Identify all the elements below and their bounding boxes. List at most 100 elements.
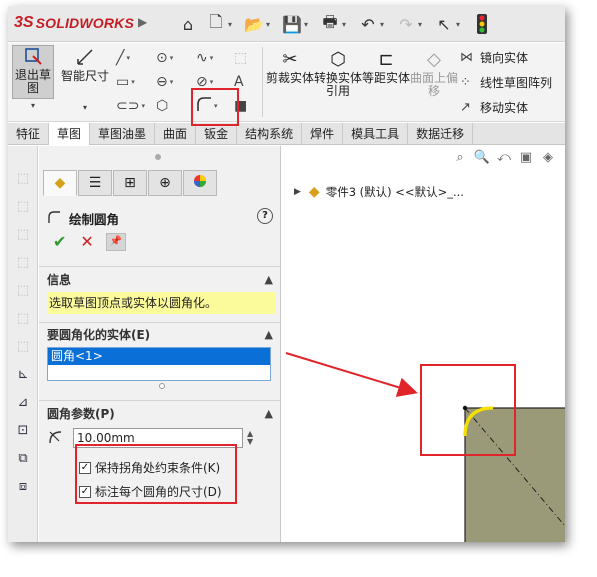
slot-straight-tool[interactable]: ⊂⊃ ▾ xyxy=(116,95,145,117)
confirm-row: ✔ ✕ 📌 xyxy=(53,232,126,251)
trim-entities-button[interactable]: ✂ 剪裁实体 xyxy=(266,49,314,85)
line-icon: ╱ xyxy=(116,50,125,66)
tab-sketch-ink[interactable]: 草图油墨 xyxy=(90,123,156,145)
linear-pattern-label: 线性草图阵列 xyxy=(480,76,553,90)
params-section-header[interactable]: 圆角参数(P) ▲ xyxy=(47,404,275,424)
chevron-up-icon[interactable]: ▲ xyxy=(265,270,273,290)
line-tool[interactable]: ╱ ▾ xyxy=(116,47,144,69)
print-icon[interactable]: 🖶 xyxy=(318,12,342,36)
entities-section-label: 要圆角化的实体(E) xyxy=(47,328,151,342)
save-dropdown-icon[interactable]: ▾ xyxy=(304,12,314,36)
view-front-icon[interactable]: ⬚ xyxy=(14,198,32,216)
divider xyxy=(39,266,281,267)
list-resize-handle[interactable] xyxy=(159,383,165,389)
dimxpert-tab[interactable]: ⊕ xyxy=(148,170,182,196)
menu-expand-arrow-icon[interactable]: ▶ xyxy=(138,15,147,29)
exit-sketch-button[interactable]: 退出草图 xyxy=(12,45,54,99)
paste-icon[interactable]: ⧈ xyxy=(14,478,32,496)
surface-offset-label: 曲面上偏移 xyxy=(410,71,459,98)
slot-icon: ⊖ xyxy=(156,74,168,90)
tab-weldments[interactable]: 焊件 xyxy=(302,123,344,145)
part-icon: ◆ xyxy=(54,175,66,191)
rectangle-icon: ▭ xyxy=(116,74,130,90)
configuration-manager-tab[interactable]: ⊞ xyxy=(113,170,147,196)
redo-dropdown-icon[interactable]: ▾ xyxy=(418,12,428,36)
mirror-entities-button[interactable]: ⋈ 镜向实体 xyxy=(460,49,528,66)
view-top-icon[interactable]: ⬚ xyxy=(14,310,32,328)
select-dropdown-icon[interactable]: ▾ xyxy=(456,12,466,36)
chevron-up-icon[interactable]: ▲ xyxy=(265,325,273,345)
linear-pattern-icon: ⁘ xyxy=(460,75,471,90)
graphics-area[interactable]: ⌕ 🔍 ⤺ ▣ ◈ ▶ ◆ 零件3 (默认) <<默认>_... xyxy=(282,146,565,542)
ok-checkmark-icon[interactable]: ✔ xyxy=(53,232,66,251)
view-bottom-icon[interactable]: ⬚ xyxy=(14,338,32,356)
view-back-icon[interactable]: ⬚ xyxy=(14,226,32,244)
sketch-relations-icon[interactable]: ⊾ xyxy=(14,366,32,384)
help-icon[interactable]: ? xyxy=(257,208,273,224)
select-pointer-icon[interactable]: ↖ xyxy=(432,12,456,36)
tab-structure-system[interactable]: 结构系统 xyxy=(237,123,303,145)
view-cube-icon[interactable]: ⬚ xyxy=(14,170,32,188)
feature-title-row: 绘制圆角 ? xyxy=(47,208,275,228)
undo-dropdown-icon[interactable]: ▾ xyxy=(380,12,390,36)
tab-mold-tools[interactable]: 模具工具 xyxy=(343,123,409,145)
print-dropdown-icon[interactable]: ▾ xyxy=(342,12,352,36)
crosshair-icon: ⊕ xyxy=(159,175,171,191)
spline-tool[interactable]: ∿ ▾ xyxy=(196,47,224,69)
feature-manager-tab[interactable]: ◆ xyxy=(43,170,77,196)
params-section-label: 圆角参数(P) xyxy=(47,407,115,421)
radius-spinner[interactable]: ▲ ▼ xyxy=(247,430,253,446)
slot-tool[interactable]: ⊖ ▾ xyxy=(156,71,184,93)
offset-icon: ⊏ xyxy=(378,49,394,70)
open-folder-icon[interactable]: 📂 xyxy=(242,12,266,36)
tab-data-migration[interactable]: 数据迁移 xyxy=(408,123,474,145)
surface-offset-button[interactable]: ◇ 曲面上偏移 xyxy=(410,49,458,98)
info-section-header[interactable]: 信息 ▲ xyxy=(47,270,275,290)
pushpin-icon[interactable]: 📌 xyxy=(105,232,126,251)
exit-sketch-dropdown-icon[interactable]: ▾ xyxy=(12,101,54,110)
cancel-x-icon[interactable]: ✕ xyxy=(80,232,93,251)
view-right-icon[interactable]: ⬚ xyxy=(14,282,32,300)
linear-pattern-button[interactable]: ⁘ 线性草图阵列 xyxy=(460,74,552,91)
smart-dimension-dropdown-icon[interactable]: ▾ xyxy=(60,103,110,112)
undo-icon[interactable]: ↶ xyxy=(356,12,380,36)
move-entities-button[interactable]: ↗ 移动实体 xyxy=(460,99,528,116)
smart-dimension-button[interactable]: 智能尺寸 xyxy=(60,47,110,83)
entities-section-header[interactable]: 要圆角化的实体(E) ▲ xyxy=(47,325,275,345)
tab-sketch[interactable]: 草图 xyxy=(49,123,91,145)
open-dropdown-icon[interactable]: ▾ xyxy=(266,12,276,36)
move-entities-label: 移动实体 xyxy=(480,101,529,115)
entities-selection-list[interactable]: 圆角<1> xyxy=(47,347,271,381)
dimension-icon[interactable]: ⊿ xyxy=(14,394,32,412)
sketch-grid-tool[interactable]: ⬚ xyxy=(234,47,262,69)
view-left-icon[interactable]: ⬚ xyxy=(14,254,32,272)
ds-logo-icon: 3S xyxy=(14,14,34,31)
home-icon[interactable]: ⌂ xyxy=(176,12,200,36)
command-manager-tabs: 特征 草图 草图油墨 曲面 钣金 结构系统 焊件 模具工具 数据迁移 xyxy=(8,123,565,145)
chevron-up-icon[interactable]: ▲ xyxy=(265,404,273,424)
tab-sheet-metal[interactable]: 钣金 xyxy=(196,123,238,145)
new-document-icon[interactable]: 🗋 xyxy=(204,12,228,36)
traffic-light-icon[interactable] xyxy=(470,12,494,36)
convert-entities-button[interactable]: ⬡ 转换实体引用 xyxy=(314,49,362,98)
polygon-tool[interactable]: ⬡ xyxy=(156,95,184,117)
list-item[interactable]: 圆角<1> xyxy=(48,348,270,365)
copy-icon[interactable]: ⧉ xyxy=(14,450,32,468)
panel-grip-icon[interactable] xyxy=(155,154,161,160)
rectangle-tool[interactable]: ▭ ▾ xyxy=(116,71,144,93)
display-icon[interactable]: ⊡ xyxy=(14,422,32,440)
redo-icon[interactable]: ↷ xyxy=(394,12,418,36)
new-dropdown-icon[interactable]: ▾ xyxy=(228,12,238,36)
divider xyxy=(39,400,281,401)
display-manager-tab[interactable] xyxy=(183,170,217,196)
circle-tool[interactable]: ⊙ ▾ xyxy=(156,47,184,69)
offset-entities-button[interactable]: ⊏ 等距实体 xyxy=(362,49,410,85)
tab-features[interactable]: 特征 xyxy=(8,123,50,145)
property-manager-tab[interactable]: ☰ xyxy=(78,170,112,196)
tab-surfaces[interactable]: 曲面 xyxy=(155,123,197,145)
smart-dimension-label: 智能尺寸 xyxy=(60,69,109,83)
fillet-tool-highlight-box xyxy=(191,88,239,126)
mirror-entities-label: 镜向实体 xyxy=(480,51,529,65)
trim-entities-label: 剪裁实体 xyxy=(266,71,315,85)
save-icon[interactable]: 💾 xyxy=(280,12,304,36)
